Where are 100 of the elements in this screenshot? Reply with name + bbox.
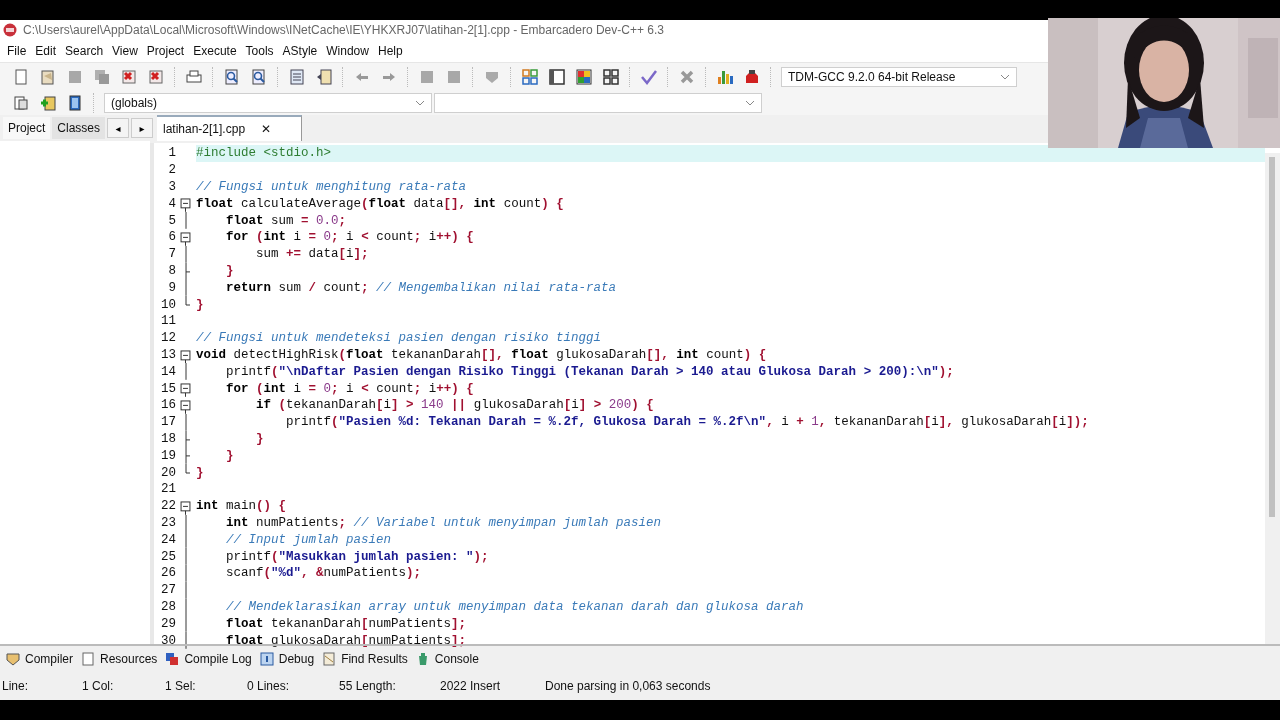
menu-item[interactable]: AStyle [278, 44, 323, 58]
status-text: 1 Sel: [165, 679, 197, 693]
code-line: if (tekananDarah[i] > 140 || glukosaDarah[i] > 200) { [255, 397, 655, 414]
status-text: 0 Lines: [247, 679, 291, 693]
menu-item[interactable]: Search [61, 44, 109, 58]
menu-item[interactable]: Execute [189, 44, 242, 58]
app-icon [3, 23, 17, 37]
line-number: 19 [160, 448, 177, 463]
line-number: 22 [160, 499, 177, 514]
chevron-icon [1000, 74, 1010, 80]
line-number: 20 [160, 465, 177, 480]
code-line: for (int i = 0; i < count; i++) { [225, 229, 475, 246]
book-icon[interactable] [66, 94, 84, 112]
grid-icon[interactable] [521, 68, 539, 86]
code-line: } [255, 430, 265, 448]
output-tab[interactable]: Resources [81, 652, 158, 666]
code-line: float sum = 0.0; [225, 212, 348, 229]
compiler-dropdown[interactable]: TDM-GCC 9.2.0 64-bit Release [781, 67, 1017, 87]
line-number: 26 [160, 566, 177, 581]
fold-line-icon [184, 363, 187, 381]
line-number: 15 [160, 381, 177, 396]
line-number: 21 [160, 482, 177, 497]
line-number: 10 [160, 297, 177, 312]
code-line: // Fungsi untuk mendeteksi pasien dengan risiko tinggi [196, 330, 603, 347]
unindent-icon[interactable] [315, 68, 333, 86]
line-number: 7 [167, 247, 177, 262]
output-tab[interactable]: Console [415, 652, 479, 666]
line-number: 1 [167, 146, 177, 161]
scrollbar[interactable] [1265, 153, 1280, 644]
add-icon[interactable] [39, 94, 57, 112]
find-icon[interactable] [223, 68, 241, 86]
line-number: 23 [160, 515, 177, 530]
line-number: 4 [167, 196, 177, 211]
line-number: 14 [160, 364, 177, 379]
menu-item[interactable]: Help [373, 44, 408, 58]
print-icon[interactable] [185, 68, 203, 86]
fold-toggle-icon[interactable] [180, 380, 191, 397]
fold-toggle-icon[interactable] [180, 229, 191, 246]
fold-line-icon [184, 279, 187, 297]
shield-icon [6, 652, 20, 666]
status-text: Done parsing in 0,063 seconds [545, 679, 711, 693]
project-icon[interactable] [12, 94, 30, 112]
status-text: 2022 Insert [440, 679, 502, 693]
bar-chart-icon[interactable] [716, 68, 734, 86]
menu-item[interactable]: View [108, 44, 143, 58]
check-icon[interactable] [640, 68, 658, 86]
scope-dropdown[interactable]: (globals) [104, 93, 432, 113]
output-tab[interactable]: Compiler [6, 652, 73, 666]
debug-icon [259, 652, 274, 666]
status-text: 55 Length: [339, 679, 397, 693]
fold-toggle-icon[interactable] [180, 195, 191, 213]
line-number: 16 [160, 398, 177, 413]
code-line: void detectHighRisk(float tekananDarah[], float glukosaDarah[], int count) { [196, 346, 768, 364]
window-icon[interactable] [548, 68, 566, 86]
line-number: 9 [167, 280, 177, 295]
indent-icon[interactable] [288, 68, 306, 86]
fold-line-icon [184, 245, 187, 263]
tiles-icon[interactable] [575, 68, 593, 86]
chevron-icon [745, 100, 755, 106]
panel-tab[interactable]: Project [3, 117, 51, 139]
code-line: for (int i = 0; i < count; i++) { [225, 380, 475, 397]
fold-line-icon [184, 212, 187, 229]
menu-item[interactable]: Edit [31, 44, 62, 58]
menu-item[interactable]: File [3, 44, 32, 58]
debug-icon[interactable] [743, 68, 761, 86]
code-line: } [196, 296, 205, 313]
squares-icon [165, 652, 180, 666]
menu-item[interactable]: Project [142, 44, 190, 58]
replace-icon[interactable] [250, 68, 268, 86]
line-number: 6 [167, 230, 177, 245]
menu-item[interactable]: Tools [241, 44, 279, 58]
open-file-icon[interactable] [39, 68, 57, 86]
menu-item[interactable]: Window [322, 44, 374, 58]
panel-tab[interactable]: Classes [52, 117, 106, 139]
output-tab[interactable]: Debug [259, 652, 315, 666]
save-all-icon[interactable] [93, 68, 111, 86]
close-file-icon[interactable] [120, 68, 138, 86]
window-title: C:\Users\aurel\AppData\Local\Microsoft\Windows\INetCache\IE\YHKXRJ07\latihan-2[1].cpp - Embarcadero Dev-C++ 6.3 [23, 23, 664, 37]
close-all-icon[interactable] [147, 68, 165, 86]
scroll-tab-button[interactable]: ◂ [107, 118, 129, 138]
code-line: printf("\nDaftar Pasien dengan Risiko Tinggi (Tekanan Darah > 140 atau Glukosa Darah > 200):\n"); [225, 363, 955, 381]
close-tab-button[interactable]: ✕ [261, 122, 272, 136]
code-line: int main() { [196, 498, 288, 515]
file-tab[interactable]: latihan-2[1].cpp ✕ [157, 115, 303, 141]
fold-branch-icon [184, 262, 190, 280]
output-tab[interactable]: Compile Log [165, 652, 252, 666]
line-number: 12 [160, 331, 177, 346]
scrollbar-thumb[interactable] [1269, 157, 1275, 517]
line-number: 5 [167, 213, 177, 228]
line-number: 17 [160, 415, 177, 430]
page-icon [322, 652, 337, 666]
squares-icon[interactable] [602, 68, 620, 86]
code-line: return sum / count; // Mengembalikan nilai rata-rata [225, 279, 618, 297]
status-text: Line: [1, 679, 30, 693]
line-number: 11 [160, 314, 177, 329]
code-line: // Mendeklarasikan array untuk menyimpan data tekanan darah dan glukosa darah [225, 598, 805, 616]
cross-icon[interactable] [678, 68, 696, 86]
output-tab[interactable]: Find Results [322, 652, 408, 666]
line-number: 8 [167, 263, 177, 278]
scroll-tab-button[interactable]: ▸ [131, 118, 153, 138]
